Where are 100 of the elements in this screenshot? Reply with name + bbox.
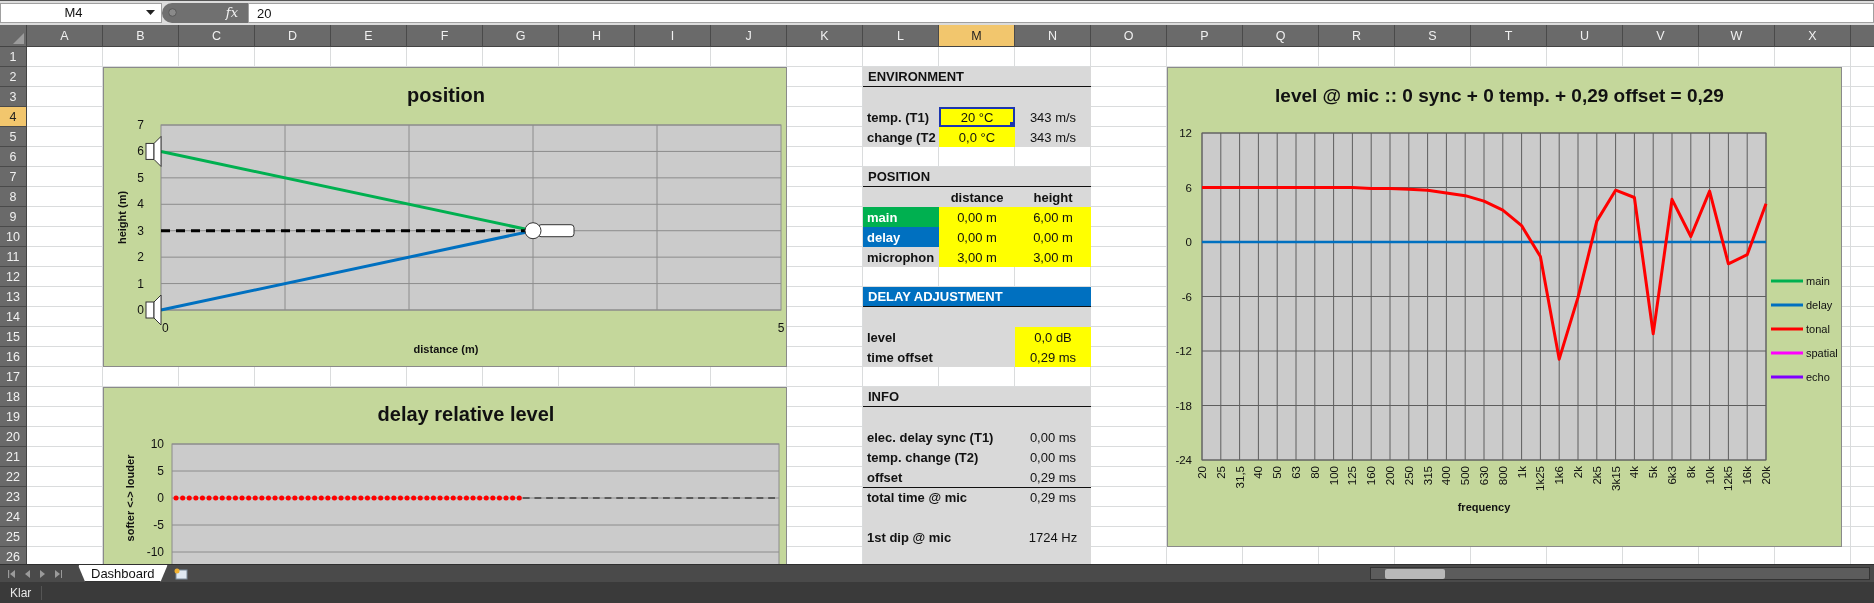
column-header[interactable]: T [1471, 25, 1547, 47]
field-label: main [863, 207, 939, 227]
row-header[interactable]: 21 [0, 447, 27, 467]
row-header[interactable]: 22 [0, 467, 27, 487]
horizontal-scrollbar[interactable] [1370, 567, 1870, 580]
input-cell[interactable]: 3,00 m [939, 247, 1015, 267]
input-cell[interactable]: 0,00 m [939, 207, 1015, 227]
column-header[interactable]: I [635, 25, 711, 47]
section-heading: DELAY ADJUSTMENT [863, 287, 1091, 307]
column-header[interactable]: S [1395, 25, 1471, 47]
legend-label: tonal [1806, 323, 1830, 335]
column-header[interactable]: P [1167, 25, 1243, 47]
tick-label: -6 [1181, 290, 1192, 303]
splitter-handle-icon[interactable] [168, 8, 177, 17]
row-header[interactable]: 4 [0, 107, 27, 127]
row-header[interactable]: 6 [0, 147, 27, 167]
row-header[interactable]: 19 [0, 407, 27, 427]
section-heading: INFO [863, 387, 1091, 407]
tick-label: 630 [1478, 466, 1490, 486]
input-cell[interactable]: 0,29 ms [1015, 347, 1091, 367]
tick-label: 5 [777, 321, 785, 335]
value-cell-text: 0,00 ms [1028, 448, 1078, 467]
select-all-icon[interactable] [13, 33, 24, 44]
column-header[interactable]: D [255, 25, 331, 47]
input-cell[interactable]: 6,00 m [1015, 207, 1091, 227]
column-header[interactable]: B [103, 25, 179, 47]
column-header[interactable]: X [1775, 25, 1851, 47]
column-header[interactable]: A [27, 25, 103, 47]
tick-label: 0 [1185, 236, 1192, 248]
row-header[interactable]: 2 [0, 67, 27, 87]
input-cell[interactable]: 0,00 m [1015, 227, 1091, 247]
tick-label: 20k [1760, 466, 1772, 485]
column-header[interactable]: L [863, 25, 939, 47]
column-header[interactable]: U [1547, 25, 1623, 47]
caret-right-icon[interactable] [38, 568, 47, 579]
first-sheet-icon[interactable] [8, 568, 17, 579]
row-header[interactable]: 23 [0, 487, 27, 507]
input-cell[interactable]: 0,0 °C [939, 127, 1015, 147]
input-cell[interactable]: 0,00 m [939, 227, 1015, 247]
caret-left-icon[interactable] [23, 568, 32, 579]
row-header[interactable]: 17 [0, 367, 27, 387]
input-cell[interactable]: 3,00 m [1015, 247, 1091, 267]
caret-down-icon[interactable] [146, 10, 155, 15]
legend-label: delay [1806, 299, 1833, 311]
column-header[interactable]: N [1015, 25, 1091, 47]
value-cell-text: 0,00 ms [1028, 428, 1078, 447]
row-header[interactable]: 16 [0, 347, 27, 367]
legend-label: echo [1806, 371, 1830, 383]
tick-label: -12 [1175, 345, 1192, 357]
chart-title: level @ mic :: 0 sync + 0 temp. + 0,29 offset = 0,29 [1275, 85, 1724, 106]
input-cell[interactable]: 0,0 dB [1015, 327, 1091, 347]
row-header[interactable]: 5 [0, 127, 27, 147]
row-header[interactable]: 14 [0, 307, 27, 327]
tick-label: -18 [1175, 399, 1192, 412]
column-header[interactable]: H [559, 25, 635, 47]
tick-label: 400 [1440, 466, 1453, 486]
input-cell[interactable]: 20 °C [939, 107, 1015, 127]
chart-title: delay relative level [377, 403, 555, 425]
tick-label: 4k [1628, 466, 1641, 479]
row-header[interactable]: 24 [0, 507, 27, 527]
row-header[interactable]: 26 [0, 547, 27, 564]
column-header[interactable]: E [331, 25, 407, 47]
row-header[interactable]: 11 [0, 247, 27, 267]
row-header[interactable]: 1 [0, 47, 27, 67]
tick-label: -24 [1175, 454, 1192, 466]
column-header[interactable]: J [711, 25, 787, 47]
value-cell-text: 343 m/s [1028, 128, 1078, 147]
speaker-icon [145, 135, 162, 167]
last-sheet-icon[interactable] [53, 568, 62, 579]
column-header[interactable]: V [1623, 25, 1699, 47]
row-header[interactable]: 8 [0, 187, 27, 207]
column-header[interactable]: M [939, 25, 1015, 47]
tick-label: 2k5 [1590, 466, 1603, 485]
formula-input[interactable]: 20 [248, 2, 1874, 23]
column-header[interactable]: W [1699, 25, 1775, 47]
sheet-tab[interactable]: Dashboard [78, 565, 168, 582]
row-header[interactable]: 15 [0, 327, 27, 347]
row-header[interactable]: 7 [0, 167, 27, 187]
row-header[interactable]: 13 [0, 287, 27, 307]
name-box[interactable]: M4 [0, 2, 162, 23]
value-cell-text: 343 m/s [1028, 108, 1078, 127]
row-header[interactable]: 25 [0, 527, 27, 547]
insert-function-button[interactable]: fx [223, 5, 240, 20]
row-header[interactable]: 12 [0, 267, 27, 287]
tick-label: 12 [1179, 127, 1192, 139]
column-header[interactable]: O [1091, 25, 1167, 47]
row-header[interactable]: 20 [0, 427, 27, 447]
tick-label: 6k3 [1666, 466, 1678, 485]
column-header[interactable]: K [787, 25, 863, 47]
column-header[interactable]: F [407, 25, 483, 47]
row-header[interactable]: 9 [0, 207, 27, 227]
column-header[interactable]: G [483, 25, 559, 47]
tick-label: 100 [1327, 466, 1340, 486]
column-header[interactable]: C [179, 25, 255, 47]
column-header[interactable]: Q [1243, 25, 1319, 47]
scroll-thumb[interactable] [1385, 568, 1445, 579]
row-header[interactable]: 10 [0, 227, 27, 247]
column-header[interactable]: R [1319, 25, 1395, 47]
row-header[interactable]: 18 [0, 387, 27, 407]
row-header[interactable]: 3 [0, 87, 27, 107]
